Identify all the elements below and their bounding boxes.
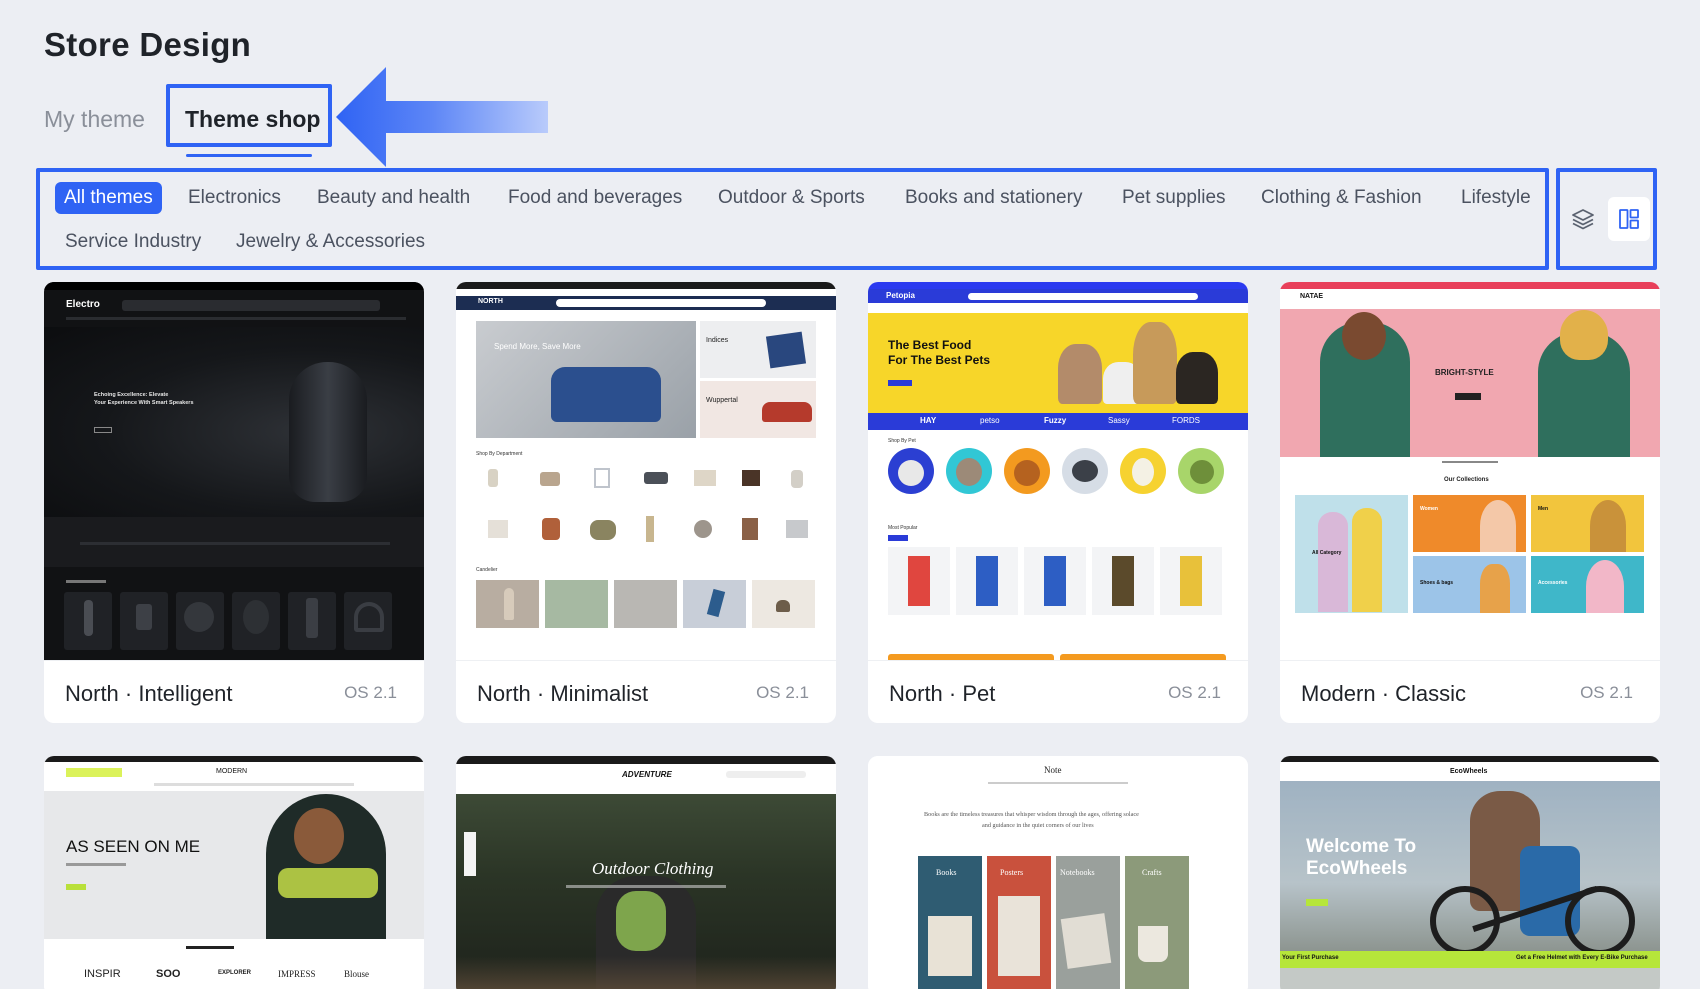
theme-card-north-minimalist[interactable]: NORTH Spend More, Save More Indices Wupp…	[456, 282, 836, 723]
preview-tile-label: Books	[936, 868, 957, 877]
preview-brand: petso	[980, 416, 1000, 425]
grid-view-button[interactable]	[1608, 197, 1650, 241]
preview-headline: Welcome To	[1306, 836, 1417, 857]
preview-hero-text: Spend More, Save More	[494, 342, 581, 351]
preview-logo: Note	[1044, 765, 1062, 775]
theme-preview: NATAE BRIGHT-STYLE Our Collections All C…	[1280, 282, 1660, 660]
preview-brand: Fuzzy	[1044, 416, 1067, 425]
preview-headline: The Best Food	[888, 338, 972, 352]
preview-headline: AS SEEN ON ME	[66, 837, 201, 856]
preview-tile-label: Notebooks	[1060, 868, 1095, 877]
preview-section-title: Most Popular	[888, 525, 918, 531]
theme-card-footer: Modern · Classic OS 2.1	[1280, 660, 1660, 723]
theme-preview: Electro Echoing Excellence: Elevate Your…	[44, 282, 424, 660]
layers-icon	[1572, 209, 1594, 230]
preview-promo-text: Indices	[706, 337, 729, 344]
category-electronics[interactable]: Electronics	[179, 182, 290, 214]
theme-preview: Note Books are the timeless treasures th…	[868, 756, 1248, 989]
category-books-stationery[interactable]: Books and stationery	[896, 182, 1091, 214]
preview-intro-text: and guidance in the quiet corners of our…	[982, 822, 1094, 829]
layers-view-button[interactable]	[1562, 197, 1604, 241]
theme-version: OS 2.1	[756, 683, 809, 702]
active-tab-indicator	[186, 154, 312, 157]
grid-layout-icon	[1619, 209, 1639, 229]
theme-name: North · Minimalist	[477, 681, 649, 706]
category-lifestyle[interactable]: Lifestyle	[1452, 182, 1540, 214]
preview-section-title: Shop By Department	[476, 451, 523, 457]
theme-card-footer: North · Pet OS 2.1	[868, 660, 1248, 723]
preview-banner-text: Your First Purchase	[1282, 955, 1339, 961]
page-title: Store Design	[44, 26, 252, 63]
category-all-themes[interactable]: All themes	[55, 182, 162, 214]
theme-card-note[interactable]: Note Books are the timeless treasures th…	[868, 756, 1248, 989]
preview-headline: Outdoor Clothing	[592, 859, 714, 878]
theme-card-north-pet[interactable]: Petopia The Best Food For The Best Pets …	[868, 282, 1248, 723]
theme-preview: Petopia The Best Food For The Best Pets …	[868, 282, 1248, 660]
preview-logo: Electro	[66, 299, 100, 310]
category-outdoor-sports[interactable]: Outdoor & Sports	[709, 182, 874, 214]
preview-promo-text: Wuppertal	[706, 397, 738, 404]
preview-tile-label: Crafts	[1142, 868, 1162, 877]
preview-tile-label: Posters	[1000, 868, 1024, 877]
preview-tile-label: Women	[1420, 506, 1438, 512]
preview-tile-label: Shoes & bags	[1420, 580, 1454, 586]
preview-hero-text: BRIGHT-STYLE	[1435, 368, 1494, 377]
preview-brand: HAY	[920, 416, 937, 425]
category-food-beverages[interactable]: Food and beverages	[499, 182, 691, 214]
preview-brand: IMPRESS	[278, 969, 316, 979]
preview-section-title: Candelier	[476, 567, 498, 573]
preview-brand: FORDS	[1172, 416, 1200, 425]
category-jewelry-accessories[interactable]: Jewelry & Accessories	[227, 226, 434, 258]
theme-name: North · Pet	[889, 681, 996, 706]
theme-preview: ADVENTURE Outdoor Clothing	[456, 756, 836, 989]
preview-brand: SOO	[156, 968, 181, 980]
preview-intro-text: Books are the timeless treasures that wh…	[924, 811, 1139, 818]
preview-logo: NORTH	[478, 298, 503, 305]
theme-name: North · Intelligent	[65, 681, 233, 706]
theme-card-adventure[interactable]: ADVENTURE Outdoor Clothing	[456, 756, 836, 989]
theme-version: OS 2.1	[1580, 683, 1633, 702]
preview-logo: ADVENTURE	[622, 770, 672, 779]
preview-headline: For The Best Pets	[888, 353, 991, 367]
preview-tile-label: Men	[1538, 506, 1548, 512]
theme-card-ecowheels[interactable]: EcoWheels Welcome To EcoWheels Your Firs…	[1280, 756, 1660, 989]
preview-section-title: Shop By Pet	[888, 438, 916, 444]
theme-preview: EcoWheels Welcome To EcoWheels Your Firs…	[1280, 756, 1660, 989]
preview-headline: EcoWheels	[1306, 858, 1408, 879]
preview-logo: MODERN	[216, 768, 248, 775]
theme-card-modern[interactable]: MODERN AS SEEN ON ME INSPIR SOO EXPLORER…	[44, 756, 424, 989]
preview-headline: Echoing Excellence: Elevate	[94, 392, 169, 398]
theme-card-modern-classic[interactable]: NATAE BRIGHT-STYLE Our Collections All C…	[1280, 282, 1660, 723]
preview-banner-text: Get a Free Helmet with Every E-Bike Purc…	[1516, 955, 1648, 961]
category-pet-supplies[interactable]: Pet supplies	[1113, 182, 1235, 214]
preview-logo: Petopia	[886, 291, 915, 300]
category-clothing-fashion[interactable]: Clothing & Fashion	[1252, 182, 1431, 214]
preview-brand: Sassy	[1108, 416, 1130, 425]
theme-version: OS 2.1	[1168, 683, 1221, 702]
category-beauty-health[interactable]: Beauty and health	[308, 182, 479, 214]
theme-preview: MODERN AS SEEN ON ME INSPIR SOO EXPLORER…	[44, 756, 424, 989]
category-service-industry[interactable]: Service Industry	[56, 226, 210, 258]
preview-tile-label: All Category	[1312, 550, 1342, 556]
preview-brand: INSPIR	[84, 968, 121, 980]
tab-theme-shop[interactable]: Theme shop	[185, 106, 320, 133]
theme-card-footer: North · Intelligent OS 2.1	[44, 660, 424, 723]
preview-brand: Blouse	[344, 969, 370, 979]
theme-name: Modern · Classic	[1301, 681, 1467, 706]
preview-headline: Your Experience With Smart Speakers	[94, 400, 194, 406]
preview-logo: EcoWheels	[1450, 768, 1488, 775]
preview-tile-label: Accessories	[1538, 580, 1568, 586]
preview-logo: NATAE	[1300, 293, 1324, 300]
preview-section-title: Our Collections	[1444, 477, 1489, 483]
theme-preview: NORTH Spend More, Save More Indices Wupp…	[456, 282, 836, 660]
theme-card-north-intelligent[interactable]: Electro Echoing Excellence: Elevate Your…	[44, 282, 424, 723]
pointer-arrow-icon	[336, 67, 548, 167]
preview-brand: EXPLORER	[218, 970, 252, 976]
theme-version: OS 2.1	[344, 683, 397, 702]
tab-my-theme[interactable]: My theme	[44, 106, 145, 133]
theme-card-footer: North · Minimalist OS 2.1	[456, 660, 836, 723]
